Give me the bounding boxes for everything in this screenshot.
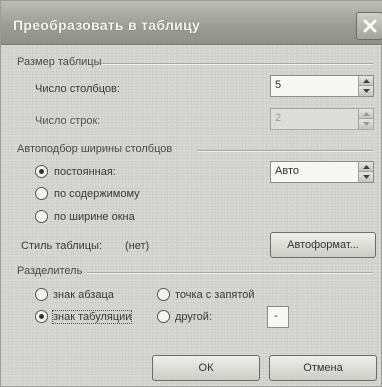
spin-up-icon[interactable]	[359, 162, 373, 172]
columns-label: Число столбцов:	[35, 83, 120, 95]
separator-paragraph-label[interactable]: знак абзаца	[53, 289, 114, 301]
autofit-window-label[interactable]: по ширине окна	[54, 211, 135, 223]
columns-value[interactable]: 5	[275, 79, 281, 91]
separator-other-radio[interactable]	[157, 310, 170, 323]
autofit-content-radio[interactable]	[35, 187, 48, 200]
separator-tab-radio[interactable]	[35, 310, 48, 323]
rows-label: Число строк:	[35, 115, 101, 127]
table-size-divider	[101, 63, 373, 65]
separator-divider	[87, 272, 373, 274]
fixed-width-spinner-arrows[interactable]	[358, 162, 373, 182]
ok-button[interactable]: ОК	[152, 355, 260, 381]
title-bar: Преобразовать в таблицу	[1, 1, 382, 45]
rows-spinner-arrows	[358, 109, 373, 129]
columns-spinner-arrows[interactable]	[358, 76, 373, 96]
spin-down-icon	[359, 119, 373, 129]
close-button[interactable]	[356, 12, 382, 40]
autofit-divider	[197, 150, 373, 152]
spin-down-icon[interactable]	[359, 86, 373, 96]
close-icon	[363, 19, 376, 33]
fixed-width-spinner[interactable]: Авто	[270, 161, 374, 183]
spin-up-icon	[359, 109, 373, 119]
separator-semicolon-label[interactable]: точка с запятой	[175, 289, 255, 301]
columns-spinner[interactable]: 5	[270, 75, 374, 97]
autofit-content-label[interactable]: по содержимому	[54, 188, 140, 200]
autoformat-button-label: Автоформат...	[287, 239, 359, 251]
autoformat-button[interactable]: Автоформат...	[270, 232, 376, 258]
autofit-fixed-label[interactable]: постоянная:	[54, 166, 116, 178]
fixed-width-value[interactable]: Авто	[275, 165, 299, 177]
table-size-group-label: Размер таблицы	[17, 56, 102, 68]
autofit-group-label: Автоподбор ширины столбцов	[17, 143, 173, 155]
separator-other-label[interactable]: другой:	[175, 311, 212, 323]
separator-other-value[interactable]: -	[274, 310, 278, 322]
ok-button-label: ОК	[198, 362, 214, 374]
separator-group-label: Разделитель	[17, 265, 83, 277]
autofit-window-radio[interactable]	[35, 210, 48, 223]
separator-semicolon-radio[interactable]	[157, 288, 170, 301]
table-style-value: (нет)	[125, 240, 150, 252]
separator-tab-label[interactable]: знак табуляции	[51, 310, 133, 324]
separator-paragraph-radio[interactable]	[35, 288, 48, 301]
cancel-button-label: Отмена	[303, 362, 343, 374]
dialog-title: Преобразовать в таблицу	[13, 17, 201, 33]
spin-down-icon[interactable]	[359, 172, 373, 182]
autofit-fixed-radio[interactable]	[35, 165, 48, 178]
convert-to-table-dialog: Преобразовать в таблицу Размер таблицы Ч…	[0, 0, 382, 387]
cancel-button[interactable]: Отмена	[269, 355, 377, 381]
table-style-label: Стиль таблицы:	[21, 240, 102, 252]
separator-other-input[interactable]: -	[267, 306, 289, 328]
spin-up-icon[interactable]	[359, 76, 373, 86]
rows-spinner: 2	[270, 108, 374, 130]
rows-value: 2	[275, 112, 282, 124]
